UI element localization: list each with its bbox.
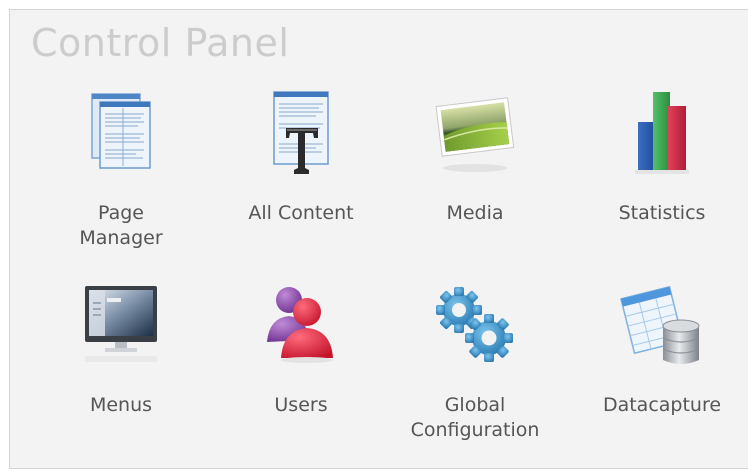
all-content-tile[interactable]: All Content bbox=[226, 88, 376, 263]
page-manager-tile[interactable]: Page Manager bbox=[46, 88, 196, 263]
global-configuration-icon bbox=[436, 287, 513, 362]
datacapture-tile[interactable]: Datacapture bbox=[587, 280, 737, 455]
global-configuration-label: Global Configuration bbox=[410, 394, 540, 441]
statistics-tile[interactable]: Statistics bbox=[587, 88, 737, 263]
menus-tile[interactable]: Menus bbox=[46, 280, 196, 455]
page-manager-icon bbox=[91, 93, 151, 169]
panel-title: Control Panel bbox=[31, 21, 290, 65]
datacapture-icon bbox=[620, 285, 700, 364]
users-icon bbox=[267, 287, 333, 363]
all-content-label: All Content bbox=[248, 202, 354, 224]
users-label: Users bbox=[274, 394, 328, 416]
datacapture-label: Datacapture bbox=[602, 394, 722, 416]
all-content-icon bbox=[273, 91, 329, 174]
menus-icon bbox=[85, 286, 157, 362]
statistics-label: Statistics bbox=[618, 202, 706, 224]
media-label: Media bbox=[446, 202, 504, 224]
global-configuration-tile[interactable]: Global Configuration bbox=[400, 280, 550, 455]
media-icon bbox=[435, 97, 515, 172]
page-manager-label: Page Manager bbox=[79, 202, 163, 249]
media-tile[interactable]: Media bbox=[400, 88, 550, 263]
users-tile[interactable]: Users bbox=[226, 280, 376, 455]
statistics-icon bbox=[635, 92, 689, 174]
menus-label: Menus bbox=[89, 394, 153, 416]
